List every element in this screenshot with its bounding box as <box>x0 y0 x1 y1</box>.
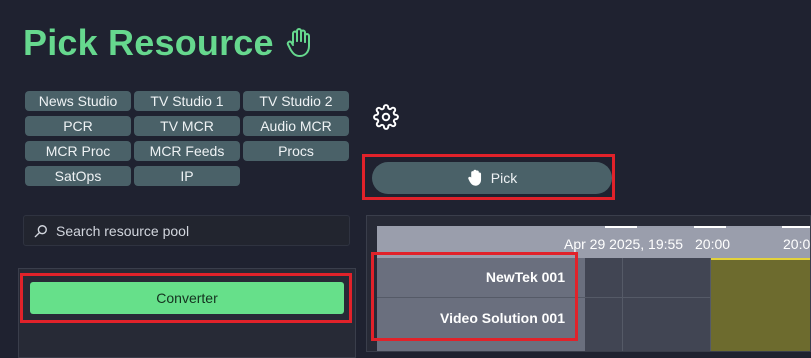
timeline-gridline <box>622 258 623 351</box>
timeline-label-start: Apr 29 2025, 19:55 <box>564 236 684 252</box>
hand-icon <box>286 28 310 57</box>
timeline-tick <box>605 226 637 228</box>
search-icon <box>34 224 47 237</box>
resource-row-label[interactable]: Video Solution 001 <box>440 310 565 326</box>
timeline-tick <box>782 226 810 228</box>
search-resource-pool[interactable]: Search resource pool <box>23 215 350 246</box>
group-chip-tv-studio-2[interactable]: TV Studio 2 <box>243 91 349 111</box>
group-chip-mcr-proc[interactable]: MCR Proc <box>25 141 131 161</box>
timeline-label-next: 20:0 <box>783 236 811 252</box>
timeline-label-2000: 20:00 <box>695 236 731 252</box>
timeline-future-edge <box>711 258 810 260</box>
timeline-tick <box>694 226 726 228</box>
group-chip-tv-studio-1[interactable]: TV Studio 1 <box>134 91 240 111</box>
group-chip-satops[interactable]: SatOps <box>25 166 131 186</box>
hand-icon <box>468 169 481 186</box>
group-chip-ip[interactable]: IP <box>134 166 240 186</box>
converter-button[interactable]: Converter <box>30 282 344 314</box>
search-input-placeholder: Search resource pool <box>56 222 190 239</box>
pick-button-highlight: Pick <box>362 154 615 200</box>
resource-row-label[interactable]: NewTek 001 <box>486 269 565 285</box>
group-chip-procs[interactable]: Procs <box>243 141 349 161</box>
page-title: Pick Resource <box>23 22 312 64</box>
converter-highlight: Converter <box>20 273 352 323</box>
timeline-future-window <box>711 258 810 351</box>
pick-button-label: Pick <box>490 170 518 186</box>
group-chip-audio-mcr[interactable]: Audio MCR <box>243 116 349 136</box>
group-chip-mcr-feeds[interactable]: MCR Feeds <box>134 141 240 161</box>
pick-button[interactable]: Pick <box>372 162 612 194</box>
group-chip-pcr[interactable]: PCR <box>25 116 131 136</box>
gear-icon[interactable] <box>373 104 399 130</box>
page-title-text: Pick Resource <box>23 22 274 63</box>
group-chip-news-studio[interactable]: News Studio <box>25 91 131 111</box>
resource-names-highlight: NewTek 001 Video Solution 001 <box>371 252 578 341</box>
group-chip-tv-mcr[interactable]: TV MCR <box>134 116 240 136</box>
